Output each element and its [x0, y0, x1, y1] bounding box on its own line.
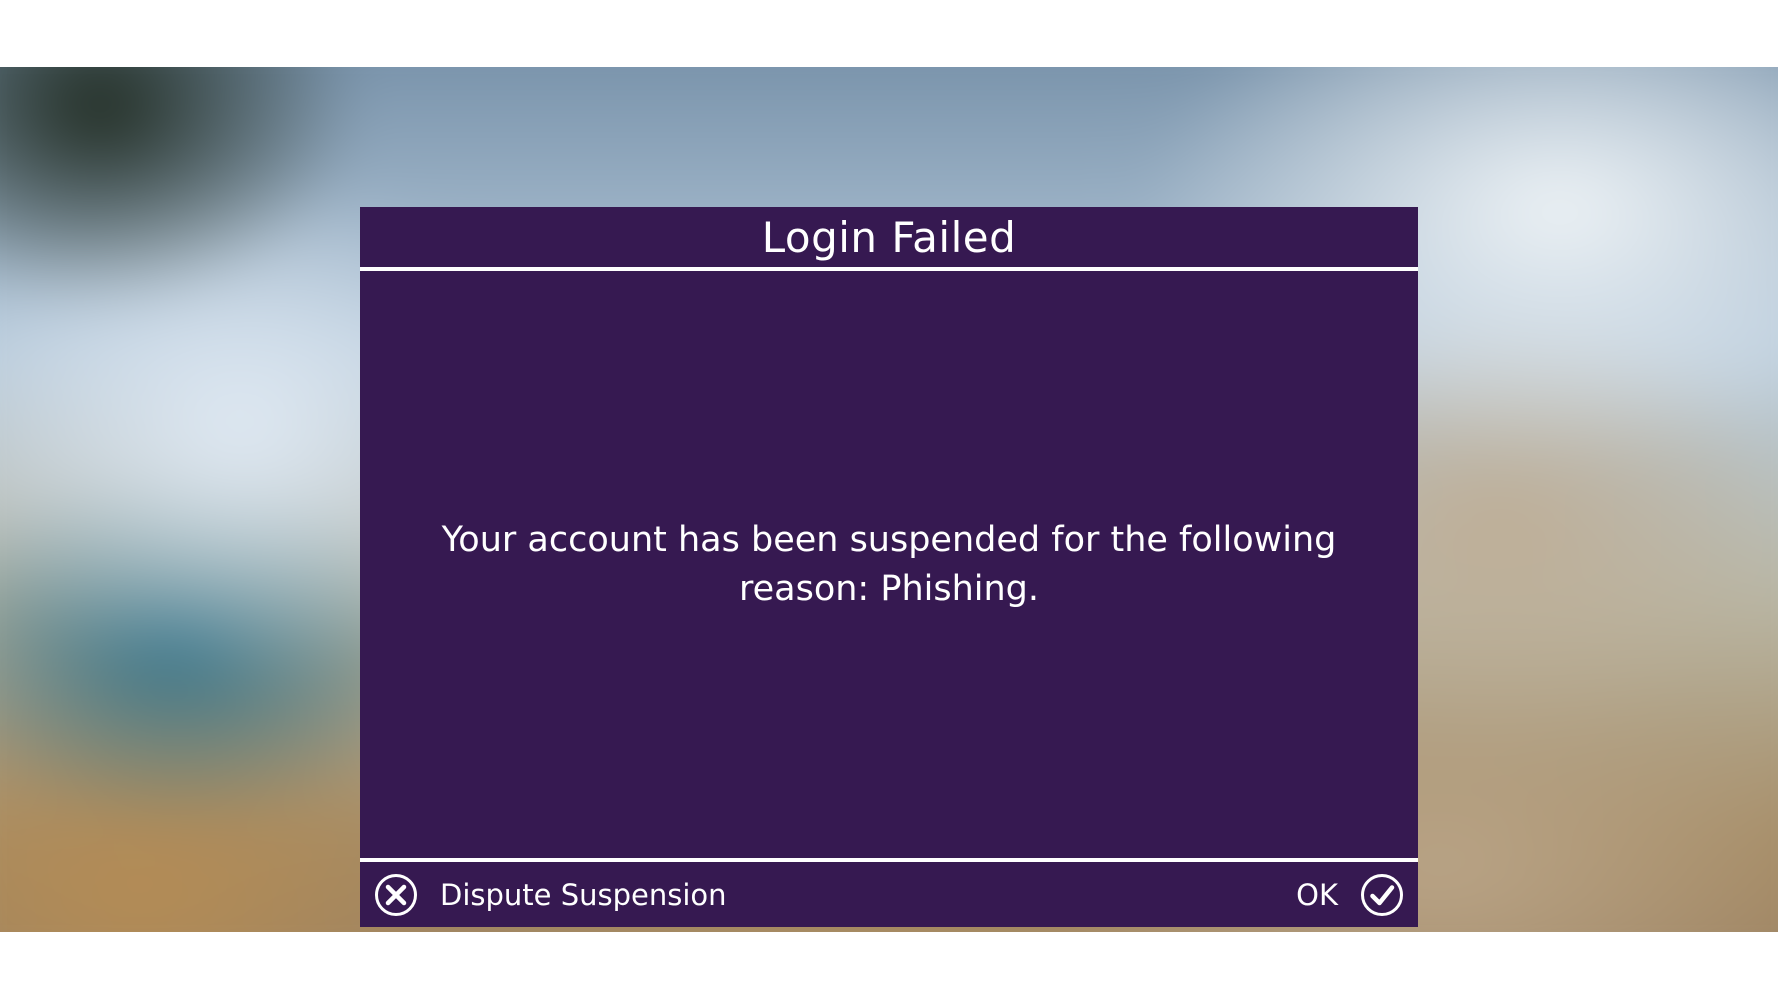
dispute-suspension-label: Dispute Suspension	[440, 877, 727, 912]
dispute-suspension-button[interactable]: Dispute Suspension	[374, 862, 727, 927]
dialog-footer: Dispute Suspension OK	[360, 862, 1418, 927]
login-failed-dialog: Login Failed Your account has been suspe…	[360, 207, 1418, 927]
dialog-header: Login Failed	[360, 207, 1418, 267]
suspension-message: Your account has been suspended for the …	[441, 519, 1337, 609]
check-circle-icon	[1360, 873, 1404, 917]
ok-button[interactable]: OK	[1296, 862, 1404, 927]
x-circle-icon	[374, 873, 418, 917]
dialog-title: Login Failed	[761, 212, 1017, 262]
dialog-body: Your account has been suspended for the …	[360, 271, 1418, 858]
game-screen: Login Failed Your account has been suspe…	[0, 67, 1778, 932]
ok-label: OK	[1296, 877, 1338, 912]
